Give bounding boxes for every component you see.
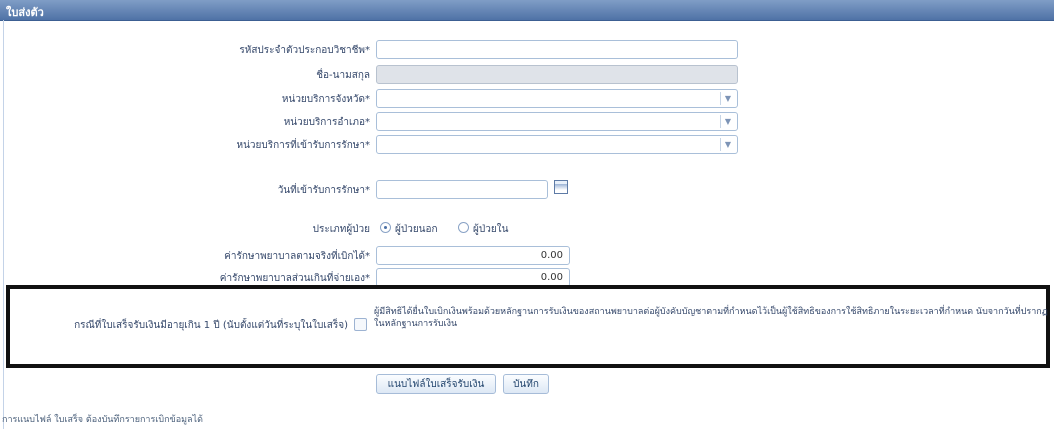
radio-outpatient[interactable]	[380, 222, 391, 233]
chevron-down-icon[interactable]: ▼	[720, 138, 735, 151]
cost-claim-input[interactable]	[376, 246, 570, 265]
footer-note: การแนบไฟล์ ใบเสร็จ ต้องบันทึกรายการเบิกข…	[2, 415, 203, 425]
receipt-over-one-year-label: กรณีที่ใบเสร็จรับเงินมีอายุเกิน 1 ปี (นั…	[74, 320, 348, 331]
unit-province-label: หน่วยบริการจังหวัด*	[281, 94, 370, 105]
cost-claim-label: ค่ารักษาพยาบาลตามจริงที่เบิกได้*	[224, 251, 370, 262]
chevron-down-icon[interactable]: ▼	[720, 92, 735, 105]
radio-outpatient-label: ผู้ป่วยนอก	[395, 224, 438, 235]
radio-inpatient[interactable]	[458, 222, 469, 233]
unit-district-select[interactable]: ▼	[376, 112, 738, 131]
unit-service-select[interactable]: ▼	[376, 135, 738, 154]
unit-service-label: หน่วยบริการที่เข้ารับการรักษา*	[236, 140, 370, 151]
patient-type-label: ประเภทผู้ป่วย	[312, 224, 370, 235]
date-received-input[interactable]	[376, 180, 548, 199]
panel-header: ใบส่งตัว	[0, 0, 1054, 21]
chevron-down-icon[interactable]: ▼	[720, 115, 735, 128]
patient-name-label: ชื่อ-นามสกุล	[316, 70, 370, 81]
panel-title: ใบส่งตัว	[6, 6, 44, 19]
date-received-label: วันที่เข้ารับการรักษา*	[277, 185, 370, 196]
receipt-note: ผู้มีสิทธิได้ยื่นใบเบิกเงินพร้อมด้วยหลัก…	[374, 307, 1048, 329]
cost-extra-label: ค่ารักษาพยาบาลส่วนเกินที่จ่ายเอง*	[219, 273, 370, 284]
receipt-over-one-year-checkbox[interactable]	[354, 318, 367, 331]
panel-border	[3, 20, 4, 429]
patient-name-input	[376, 65, 738, 84]
radio-inpatient-label: ผู้ป่วยใน	[473, 224, 509, 235]
save-button[interactable]: บันทึก	[503, 374, 549, 394]
attach-receipt-button[interactable]: แนบไฟล์ใบเสร็จรับเงิน	[376, 374, 496, 394]
hospital-code-input[interactable]	[376, 40, 738, 59]
unit-province-select[interactable]: ▼	[376, 89, 738, 108]
hospital-code-label: รหัสประจำตัวประกอบวิชาชีพ*	[239, 45, 370, 56]
calendar-icon[interactable]	[554, 180, 568, 194]
unit-district-label: หน่วยบริการอำเภอ*	[283, 117, 370, 128]
